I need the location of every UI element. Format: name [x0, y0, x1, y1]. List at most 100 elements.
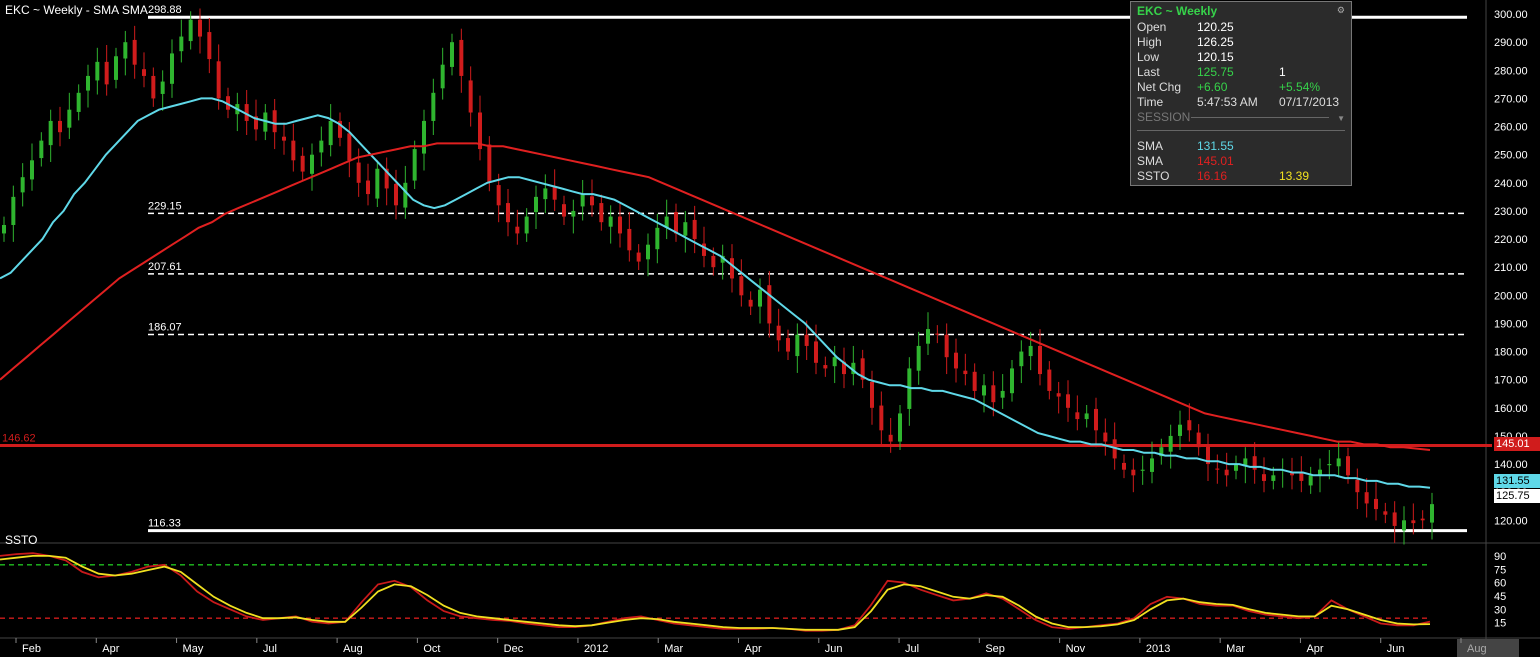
candle-body: [48, 120, 53, 146]
candle-body: [1392, 512, 1397, 526]
candle-body: [1420, 518, 1425, 521]
time-label: Time: [1137, 95, 1164, 109]
candle-body: [412, 149, 417, 181]
candle-body: [739, 276, 744, 296]
sma-fast-price-tag: 131.55: [1494, 474, 1540, 488]
candle-body: [1196, 432, 1201, 448]
y-tick-label: 260.00: [1494, 122, 1528, 134]
candle-body: [758, 289, 762, 307]
ssto-pane-label: SSTO: [5, 533, 38, 547]
candle-body: [534, 196, 538, 213]
candle-body: [300, 155, 305, 172]
candle-body: [496, 185, 501, 206]
candle-body: [1094, 408, 1098, 431]
candle-body: [963, 370, 968, 375]
candle-body: [310, 154, 314, 174]
high-label: High: [1137, 35, 1162, 49]
candle-body: [776, 325, 781, 341]
sma2-value: 145.01: [1197, 154, 1234, 168]
candle-body: [711, 255, 716, 268]
y-tick-label: 230.00: [1494, 206, 1528, 218]
candle-body: [1187, 420, 1192, 431]
y-tick-label: 200.00: [1494, 290, 1528, 302]
candle-body: [11, 196, 16, 225]
time-value: 5:47:53 AM: [1197, 95, 1258, 109]
ssto-y-tick-label: 30: [1494, 604, 1506, 616]
candle-body: [954, 352, 958, 369]
last-price-tag: 125.75: [1494, 489, 1540, 503]
candle-body: [636, 252, 641, 262]
candle-body: [1224, 469, 1229, 476]
sma1-label: SMA: [1137, 139, 1164, 153]
candle-body: [1038, 345, 1042, 375]
candle-body: [86, 75, 90, 91]
open-label: Open: [1137, 20, 1167, 34]
x-tick-label: Jun: [825, 643, 843, 655]
x-tick-label: Aug: [343, 643, 363, 655]
x-tick-label: Sep: [985, 643, 1005, 655]
candle-body: [683, 222, 688, 236]
candle-body: [58, 120, 62, 133]
candle-body: [1364, 492, 1369, 504]
candle-body: [114, 56, 118, 80]
candle-body: [95, 61, 100, 81]
candle-body: [926, 329, 930, 344]
x-tick-label: Feb: [22, 643, 41, 655]
candle-body: [618, 216, 622, 234]
candle-body: [1346, 456, 1350, 476]
level-label: 116.33: [148, 518, 181, 530]
candle-body: [20, 177, 25, 193]
candle-body: [1355, 479, 1360, 493]
candle-body: [216, 61, 221, 99]
level-label: 229.15: [148, 200, 182, 212]
chart-title: EKC ~ Weekly - SMA SMA: [5, 3, 148, 17]
gear-icon[interactable]: ⚙: [1337, 5, 1345, 16]
candle-body: [30, 160, 34, 180]
ssto-y-tick-label: 90: [1494, 551, 1506, 563]
low-value: 120.15: [1197, 50, 1234, 64]
data-window[interactable]: ⚙ EKC ~ Weekly Open 120.25 High 126.25 Low…: [1130, 1, 1352, 186]
candle-body: [879, 405, 884, 431]
x-tick-label: Jul: [905, 643, 919, 655]
candle-body: [832, 357, 837, 367]
y-tick-label: 270.00: [1494, 93, 1528, 105]
x-tick-label: Apr: [102, 643, 119, 655]
candle-body: [198, 19, 202, 37]
candle-body: [67, 109, 72, 128]
candle-body: [1411, 520, 1416, 524]
candle-body: [1084, 413, 1089, 420]
candle-body: [375, 168, 380, 199]
candle-body: [944, 334, 949, 358]
y-tick-label: 160.00: [1494, 403, 1528, 415]
sma1-value: 131.55: [1197, 139, 1234, 153]
candle-body: [1383, 511, 1388, 515]
candle-body: [655, 227, 660, 250]
data-window-title: EKC ~ Weekly: [1137, 4, 1218, 18]
sma-slow-price-tag: 145.01: [1494, 437, 1540, 451]
candle-body: [1066, 394, 1070, 408]
candle-body: [972, 371, 977, 391]
y-tick-label: 140.00: [1494, 459, 1528, 471]
candle-body: [730, 258, 734, 279]
x-tick-label: Oct: [423, 643, 440, 655]
candle-body: [982, 385, 986, 396]
candle-body: [870, 381, 874, 408]
session-divider[interactable]: SESSION ▼: [1131, 110, 1351, 125]
candle-body: [935, 333, 940, 335]
candle-body: [1103, 432, 1108, 442]
last-size: 1: [1279, 65, 1286, 79]
y-tick-label: 210.00: [1494, 262, 1528, 274]
chevron-down-icon[interactable]: ▼: [1337, 111, 1345, 126]
candle-body: [282, 136, 286, 141]
candle-body: [1299, 473, 1304, 481]
x-tick-label: Jun: [1387, 643, 1405, 655]
x-tick-label: Apr: [745, 643, 762, 655]
candle-body: [1122, 462, 1126, 470]
candle-body: [552, 186, 557, 200]
candle-body: [562, 204, 566, 217]
open-value: 120.25: [1197, 20, 1234, 34]
x-tick-label: Apr: [1306, 643, 1323, 655]
candle-body: [170, 53, 174, 84]
candle-body: [1262, 474, 1266, 481]
candle-body: [814, 341, 818, 363]
